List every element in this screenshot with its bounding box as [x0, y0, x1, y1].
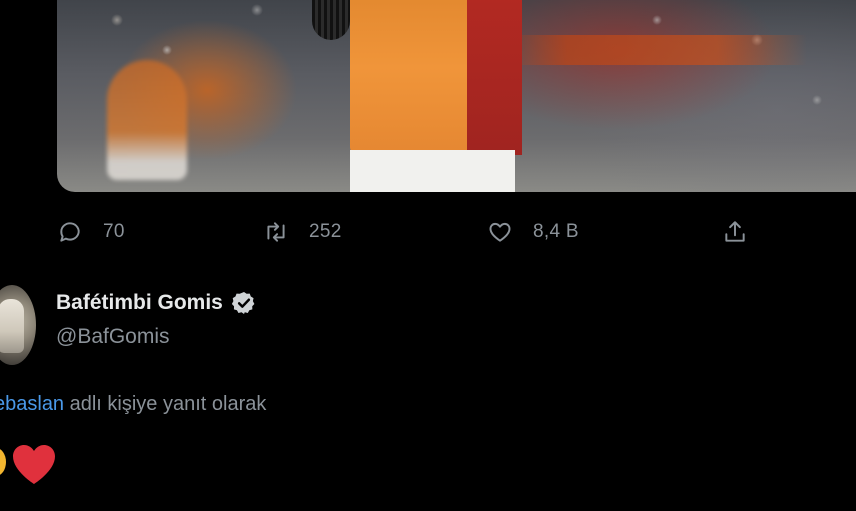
partial-yellow-emoji — [0, 448, 6, 476]
replying-to-line: ebaslan adlı kişiye yanıt olarak — [0, 393, 266, 416]
player-jersey-stripe — [467, 0, 522, 155]
stadium-banner — [507, 35, 807, 65]
retweet-icon — [267, 222, 285, 242]
like-button[interactable]: 8,4 B — [487, 214, 579, 250]
author-avatar[interactable] — [0, 285, 36, 365]
reply-button[interactable]: 70 — [57, 214, 125, 250]
replying-to-mention[interactable]: ebaslan — [0, 393, 64, 415]
like-count: 8,4 B — [533, 221, 579, 242]
background-player — [107, 60, 187, 180]
verified-badge-icon — [231, 291, 255, 315]
author-name-row: Bafétimbi Gomis — [56, 290, 257, 316]
avatar-figure — [0, 299, 24, 353]
player-hair — [312, 0, 350, 40]
reply-icon — [60, 222, 80, 242]
retweet-button[interactable]: 252 — [263, 214, 342, 250]
heart-outline-icon — [489, 222, 511, 242]
retweet-count: 252 — [309, 221, 342, 242]
tweet-media-image[interactable] — [57, 0, 856, 192]
tweet-actions-bar: 70 252 8,4 B — [0, 214, 856, 250]
author-name[interactable]: Bafétimbi Gomis — [56, 291, 223, 315]
share-icon — [725, 221, 745, 242]
player-shorts — [350, 150, 515, 192]
share-button[interactable] — [722, 214, 748, 250]
replying-to-text: adlı kişiye yanıt olarak — [64, 393, 267, 415]
red-heart-emoji-icon — [13, 445, 55, 484]
author-handle[interactable]: @BafGomis — [56, 325, 170, 349]
reply-count: 70 — [103, 221, 125, 242]
